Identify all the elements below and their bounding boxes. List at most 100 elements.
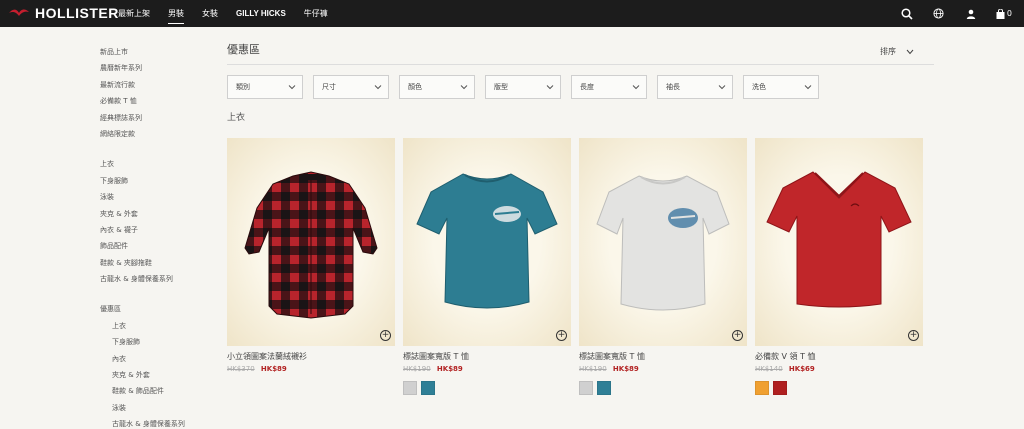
nav-new-arrivals[interactable]: 最新上架 [118,8,150,19]
nav-men[interactable]: 男裝 [168,8,184,24]
sidebar-item-swim[interactable]: 泳裝 [100,189,210,205]
main-nav: 最新上架 男裝 女裝 GILLY HICKS 牛仔褲 [118,0,346,27]
original-price: HK$140 [755,365,783,373]
filter-size[interactable]: 尺寸 [313,75,389,99]
color-swatches [755,381,923,395]
filter-sleeve-length[interactable]: 袖長 [657,75,733,99]
main-content: 優惠區 排序 類別 尺寸 顏色 版型 長度 袖長 洗色 上衣 + 小立領圖案法蘭… [227,40,934,395]
product-card: + 小立領圖案法蘭絨襯衫 HK$370 HK$89 [227,138,395,395]
filter-fit[interactable]: 版型 [485,75,561,99]
red-vneck-tshirt-image [766,171,912,308]
teal-tshirt-image [416,173,558,309]
sidebar-item-tops[interactable]: 上衣 [100,156,210,172]
sidebar-item-bottoms[interactable]: 下身服飾 [100,173,210,189]
sidebar-item-fragrance[interactable]: 古龍水 & 身體保養系列 [100,271,210,287]
sidebar-subitem-swim[interactable]: 泳裝 [100,400,210,416]
chevron-down-icon [546,85,554,90]
filter-label: 洗色 [752,83,766,91]
sidebar-group-categories: 上衣 下身服飾 泳裝 夾克 & 外套 內衣 & 襪子 飾品配件 鞋款 & 夾腳拖… [100,156,210,287]
sidebar-subitem-jackets[interactable]: 夾克 & 外套 [100,367,210,383]
globe-icon[interactable] [932,7,946,21]
product-card: + 必備款 V 領 T 恤 HK$140 HK$69 [755,138,923,395]
quick-add-icon[interactable]: + [556,330,567,341]
quick-add-icon[interactable]: + [380,330,391,341]
filter-label: 顏色 [408,83,422,91]
product-name[interactable]: 小立領圖案法蘭絨襯衫 [227,351,395,363]
color-swatches [403,381,571,395]
header-utility-icons: 0 [882,0,1012,27]
chevron-down-icon [374,85,382,90]
sidebar-item-jackets[interactable]: 夾克 & 外套 [100,206,210,222]
filter-label: 長度 [580,83,594,91]
color-swatch-teal[interactable] [597,381,611,395]
sort-dropdown[interactable]: 排序 [880,46,914,57]
sidebar-item-lunar-new-year[interactable]: 農曆新年系列 [100,60,210,76]
product-card: + 標誌圖案寬版 T 恤 HK$190 HK$89 [403,138,571,395]
flannel-shirt-image [244,171,378,319]
color-swatch-teal[interactable] [421,381,435,395]
product-name[interactable]: 必備款 V 領 T 恤 [755,351,923,363]
sale-price: HK$89 [260,365,287,373]
bag-icon[interactable]: 0 [996,7,1012,21]
sidebar-item-online-exclusive[interactable]: 網絡限定款 [100,126,210,142]
sidebar-item-trending[interactable]: 最新流行款 [100,77,210,93]
original-price: HK$190 [403,365,431,373]
chevron-down-icon [632,85,640,90]
filter-length[interactable]: 長度 [571,75,647,99]
sort-label: 排序 [880,47,896,56]
product-prices: HK$190 HK$89 [579,365,747,375]
sidebar-subitem-bottoms[interactable]: 下身服飾 [100,334,210,350]
filter-color[interactable]: 顏色 [399,75,475,99]
chevron-down-icon [804,85,812,90]
sale-price: HK$89 [436,365,463,373]
filter-category[interactable]: 類別 [227,75,303,99]
color-swatch-grey[interactable] [403,381,417,395]
page-title: 優惠區 [227,43,260,56]
filter-bar: 類別 尺寸 顏色 版型 長度 袖長 洗色 [227,75,819,99]
filter-label: 袖長 [666,83,680,91]
divider [227,64,934,65]
color-swatch-orange[interactable] [755,381,769,395]
sidebar-item-new-in[interactable]: 新品上市 [100,44,210,60]
filter-wash[interactable]: 洗色 [743,75,819,99]
product-name[interactable]: 標誌圖案寬版 T 恤 [579,351,747,363]
nav-jeans[interactable]: 牛仔褲 [304,8,328,19]
sidebar-group-sale: 優惠區 上衣 下身服飾 內衣 夾克 & 外套 鞋款 & 飾品配件 泳裝 古龍水 … [100,301,210,429]
product-image[interactable]: + [579,138,747,346]
product-grid: + 小立領圖案法蘭絨襯衫 HK$370 HK$89 + 標誌圖案寬版 T 恤 H… [227,138,923,395]
nav-gilly-hicks[interactable]: GILLY HICKS [236,9,286,18]
chevron-down-icon [906,49,914,54]
chevron-down-icon [718,85,726,90]
quick-add-icon[interactable]: + [908,330,919,341]
sidebar-subitem-shoes-accessories[interactable]: 鞋款 & 飾品配件 [100,383,210,399]
product-image[interactable]: + [403,138,571,346]
filter-label: 尺寸 [322,83,336,91]
nav-women[interactable]: 女裝 [202,8,218,19]
white-tshirt-image [596,175,730,311]
color-swatch-red[interactable] [773,381,787,395]
quick-add-icon[interactable]: + [732,330,743,341]
sidebar-subitem-tops[interactable]: 上衣 [100,318,210,334]
sidebar-item-shoes[interactable]: 鞋款 & 夾腳拖鞋 [100,255,210,271]
sidebar-item-essential-tees[interactable]: 必備款 T 恤 [100,93,210,109]
sidebar-item-accessories[interactable]: 飾品配件 [100,238,210,254]
color-swatch-grey[interactable] [579,381,593,395]
user-icon[interactable] [964,7,978,21]
filter-label: 類別 [236,83,250,91]
product-image[interactable]: + [227,138,395,346]
sidebar-subitem-underwear[interactable]: 內衣 [100,351,210,367]
search-icon[interactable] [900,7,914,21]
brand-name: HOLLISTER [35,5,119,21]
product-name[interactable]: 標誌圖案寬版 T 恤 [403,351,571,363]
bag-count: 0 [1006,9,1012,18]
sidebar-subitem-fragrance[interactable]: 古龍水 & 身體保養系列 [100,416,210,429]
product-prices: HK$190 HK$89 [403,365,571,375]
original-price: HK$190 [579,365,607,373]
sidebar-item-underwear[interactable]: 內衣 & 襪子 [100,222,210,238]
original-price: HK$370 [227,365,255,373]
sidebar-item-sale[interactable]: 優惠區 [100,301,210,317]
sale-price: HK$89 [612,365,639,373]
brand-logo[interactable]: HOLLISTER [8,4,119,22]
product-image[interactable]: + [755,138,923,346]
sidebar-item-classic-logo[interactable]: 經典標誌系列 [100,110,210,126]
